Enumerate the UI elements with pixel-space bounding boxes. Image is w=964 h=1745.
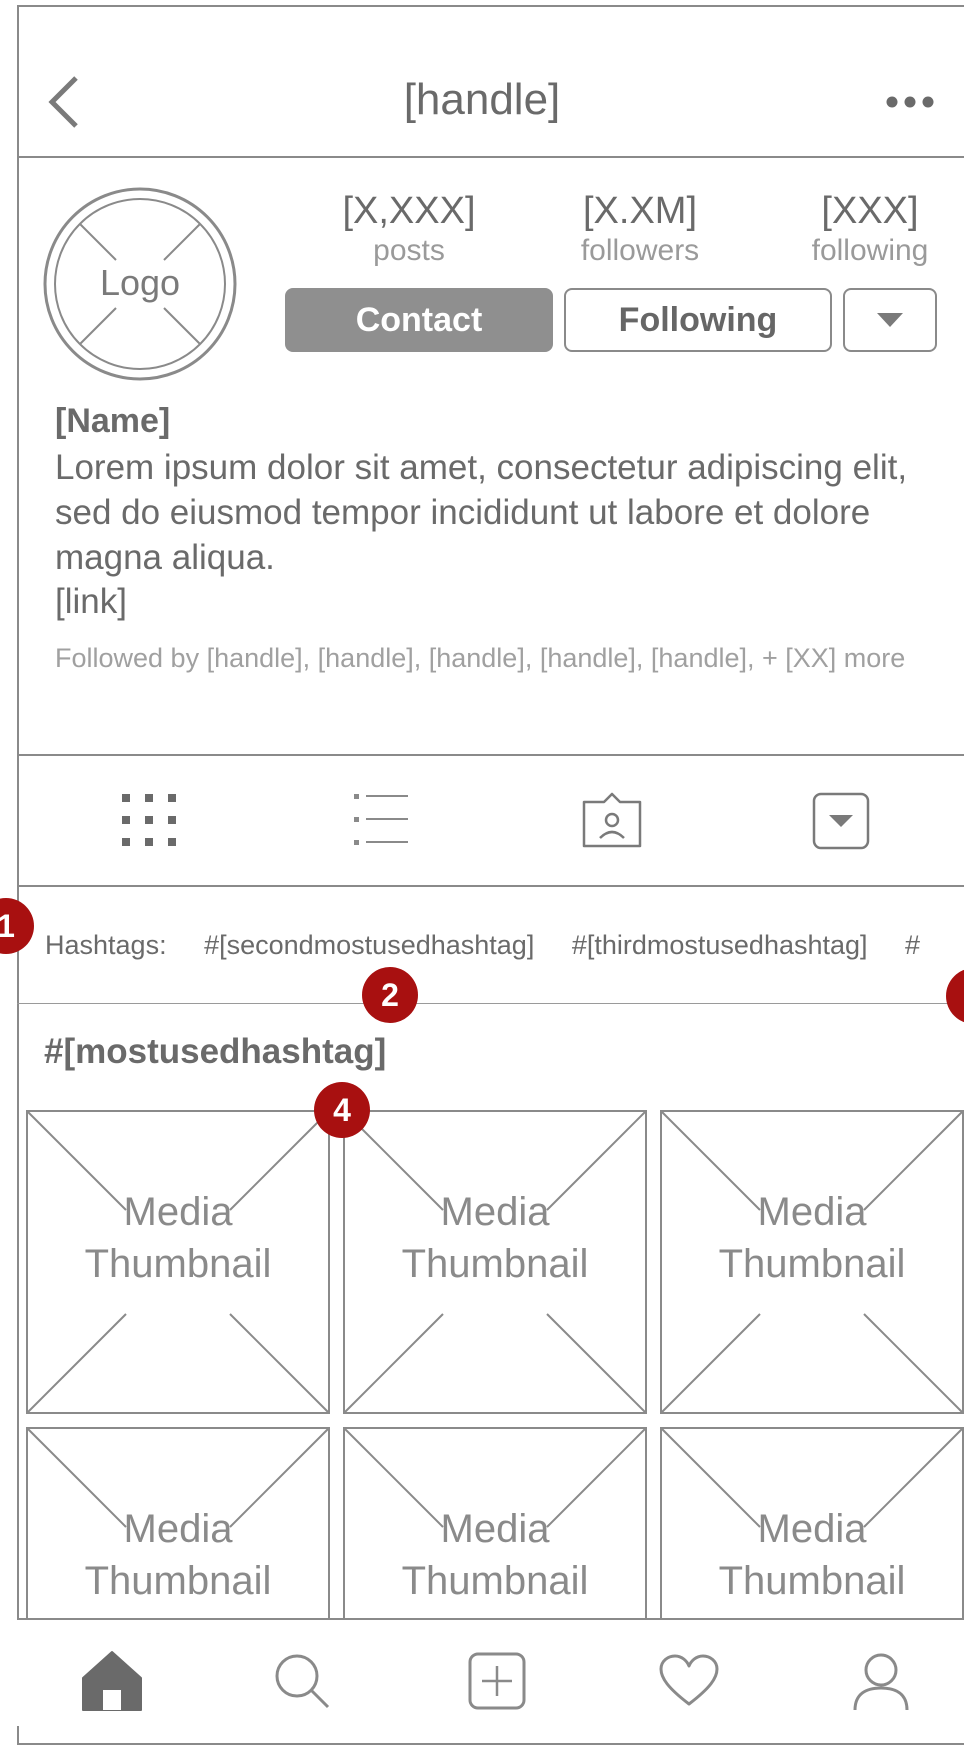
heart-icon[interactable] <box>658 1654 720 1708</box>
annotation-marker-2: 2 <box>362 967 418 1023</box>
hashtag-bar: Hashtags: #[secondmostusedhashtag] #[thi… <box>45 930 950 961</box>
thumbnail-label: Media Thumbnail <box>84 1507 272 1603</box>
hashtag-bar-label: Hashtags: <box>45 930 167 960</box>
hashtag-fourth[interactable]: # <box>905 930 920 960</box>
bottom-nav <box>17 1618 964 1726</box>
media-thumbnail[interactable]: Media Thumbnail <box>660 1427 964 1618</box>
dropdown-icon[interactable] <box>812 792 872 850</box>
add-post-icon[interactable] <box>468 1652 526 1710</box>
hashtag-third[interactable]: #[thirdmostusedhashtag] <box>572 930 868 960</box>
section-title: #[mostusedhashtag] <box>44 1032 387 1071</box>
header-divider <box>17 156 964 158</box>
thumbnail-label: Media Thumbnail <box>84 1190 272 1286</box>
following-count[interactable]: [XXX] <box>770 190 964 233</box>
followed-by-text[interactable]: Followed by [handle], [handle], [handle]… <box>55 634 925 682</box>
logo-label: Logo <box>99 262 181 303</box>
grid-view-icon[interactable] <box>120 792 180 848</box>
thumbnail-label: Media Thumbnail <box>718 1190 906 1286</box>
home-icon[interactable] <box>81 1650 143 1712</box>
profile-name: [Name] <box>55 402 171 440</box>
hashtag-divider <box>17 1003 964 1004</box>
follow-options-button[interactable] <box>843 288 937 352</box>
media-thumbnail[interactable]: Media Thumbnail <box>26 1110 330 1414</box>
media-thumbnail[interactable]: Media Thumbnail <box>343 1427 647 1618</box>
contact-button[interactable]: Contact <box>285 288 553 352</box>
media-thumbnail[interactable]: Media Thumbnail <box>343 1110 647 1414</box>
following-label[interactable]: following <box>770 234 964 268</box>
posts-label: posts <box>373 234 445 267</box>
dropdown-arrow-icon <box>877 313 903 327</box>
bio-divider <box>17 754 964 756</box>
hashtag-second[interactable]: #[secondmostusedhashtag] <box>204 930 534 960</box>
profile-icon[interactable] <box>852 1652 910 1712</box>
page-title: [handle] <box>403 75 561 124</box>
tagged-photos-icon[interactable] <box>580 792 644 850</box>
thumbnail-label: Media Thumbnail <box>718 1507 906 1603</box>
thumbnail-label: Media Thumbnail <box>401 1507 589 1603</box>
search-icon[interactable] <box>273 1652 331 1710</box>
tabs-divider <box>17 885 964 887</box>
followers-count[interactable]: [X.XM] <box>540 190 740 233</box>
following-button[interactable]: Following <box>564 288 832 352</box>
annotation-marker-4: 4 <box>314 1082 370 1138</box>
media-thumbnail[interactable]: Media Thumbnail <box>660 1110 964 1414</box>
thumbnail-grid: Media Thumbnail Media Thumbnail Media Thumb… <box>17 1100 964 1618</box>
list-view-icon[interactable] <box>352 792 412 848</box>
posts-count: [X,XXX] <box>342 190 476 232</box>
more-dots-icon[interactable] <box>886 94 934 110</box>
thumbnail-label: Media Thumbnail <box>401 1190 589 1286</box>
profile-bio: Lorem ipsum dolor sit amet, consectetur … <box>55 448 908 577</box>
media-thumbnail[interactable]: Media Thumbnail <box>26 1427 330 1618</box>
followers-label[interactable]: followers <box>540 234 740 268</box>
profile-link[interactable]: [link] <box>55 582 935 622</box>
